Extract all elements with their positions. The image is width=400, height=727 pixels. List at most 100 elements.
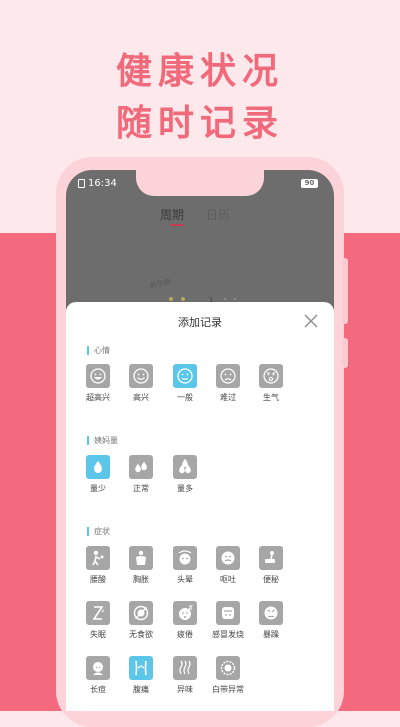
symptoms-option[interactable]: 疲倦 bbox=[163, 601, 207, 640]
symptoms-option[interactable]: 便秘 bbox=[249, 546, 293, 585]
two-drops-icon bbox=[135, 461, 147, 473]
fever-icon bbox=[222, 607, 234, 619]
section-mood-title: 心情 bbox=[87, 345, 110, 356]
mood-option[interactable]: 高兴 bbox=[119, 364, 163, 403]
mood-option[interactable]: 一般 bbox=[163, 364, 207, 403]
symptoms-option-label: 感冒发烧 bbox=[212, 630, 244, 639]
mood-option-label: 生气 bbox=[263, 393, 279, 402]
symptoms-option-label: 呕吐 bbox=[220, 575, 236, 584]
symptoms-option[interactable]: 长痘 bbox=[76, 656, 120, 695]
mood-option-tile[interactable] bbox=[216, 364, 240, 388]
flow-option-tile[interactable] bbox=[173, 455, 197, 479]
tab-cycle[interactable]: 周期 bbox=[160, 206, 184, 223]
insomnia-icon bbox=[92, 606, 105, 620]
symptoms-option-tile[interactable] bbox=[129, 546, 153, 570]
symptoms-option-tile[interactable] bbox=[129, 601, 153, 625]
symptoms-option-tile[interactable] bbox=[129, 656, 153, 680]
no-appetite-icon bbox=[133, 605, 149, 621]
symptoms-option-label: 白带异常 bbox=[212, 685, 244, 694]
symptoms-option-tile[interactable] bbox=[216, 601, 240, 625]
mood-option-tile[interactable] bbox=[259, 364, 283, 388]
symptoms-option-label: 疲倦 bbox=[177, 630, 193, 639]
tab-bar: 周期 日历 bbox=[160, 206, 230, 223]
acne-icon bbox=[93, 662, 103, 675]
flow-option-tile[interactable] bbox=[86, 455, 110, 479]
three-drops-icon bbox=[179, 458, 191, 474]
flow-option[interactable]: 量多 bbox=[163, 455, 207, 494]
one-drop-icon bbox=[94, 461, 102, 473]
section-marker bbox=[87, 346, 89, 355]
symptoms-option-tile[interactable] bbox=[259, 546, 283, 570]
symptoms-option-label: 胸胀 bbox=[133, 575, 149, 584]
symptoms-option[interactable]: 呕吐 bbox=[206, 546, 250, 585]
section-symptoms-label: 症状 bbox=[94, 527, 110, 536]
flow-option-label: 量多 bbox=[177, 484, 193, 493]
symptoms-option-tile[interactable] bbox=[216, 546, 240, 570]
vomit-icon bbox=[221, 551, 235, 565]
tired-icon bbox=[179, 605, 194, 620]
symptoms-option-tile[interactable] bbox=[173, 656, 197, 680]
symptoms-option-tile[interactable] bbox=[86, 546, 110, 570]
mood-option[interactable]: 生气 bbox=[249, 364, 293, 403]
symptoms-option[interactable]: 腰酸 bbox=[76, 546, 120, 585]
symptoms-option[interactable]: 白带异常 bbox=[206, 656, 250, 695]
symptoms-option[interactable]: 失眠 bbox=[76, 601, 120, 640]
irritable-icon bbox=[264, 606, 278, 620]
symptoms-option-tile[interactable] bbox=[86, 656, 110, 680]
headline-line-1: 健康状况 bbox=[115, 51, 284, 92]
symptoms-option-tile[interactable] bbox=[173, 601, 197, 625]
sad-face-icon bbox=[220, 368, 236, 384]
sim-card-icon bbox=[78, 179, 85, 188]
mood-option-tile[interactable] bbox=[86, 364, 110, 388]
mood-option-tile[interactable] bbox=[173, 364, 197, 388]
symptoms-option-tile[interactable] bbox=[216, 656, 240, 680]
flow-option[interactable]: 正常 bbox=[119, 455, 163, 494]
symptoms-option-label: 无食欲 bbox=[129, 630, 153, 639]
flow-option[interactable]: 量少 bbox=[76, 455, 120, 494]
flow-option-label: 量少 bbox=[90, 484, 106, 493]
mood-option-label: 高兴 bbox=[133, 393, 149, 402]
sheet-title: 添加记录 bbox=[178, 316, 222, 329]
very-happy-face-icon bbox=[90, 368, 106, 384]
constipation-icon bbox=[265, 551, 275, 563]
odor-icon bbox=[179, 660, 191, 675]
symptoms-option-label: 失眠 bbox=[90, 630, 106, 639]
status-time: 16:34 bbox=[88, 178, 117, 189]
phone-power-button bbox=[342, 338, 348, 368]
backache-icon bbox=[92, 550, 104, 566]
flow-option-label: 正常 bbox=[133, 484, 149, 493]
symptoms-option[interactable]: 暴躁 bbox=[249, 601, 293, 640]
symptoms-option-label: 便秘 bbox=[263, 575, 279, 584]
flow-option-tile[interactable] bbox=[129, 455, 153, 479]
symptoms-option[interactable]: 胸胀 bbox=[119, 546, 163, 585]
section-flow-title: 姨妈量 bbox=[87, 435, 118, 446]
symptoms-option-tile[interactable] bbox=[259, 601, 283, 625]
symptoms-option-label: 暴躁 bbox=[263, 630, 279, 639]
discharge-icon bbox=[220, 660, 236, 676]
symptoms-option-tile[interactable] bbox=[86, 601, 110, 625]
happy-face-icon bbox=[133, 368, 149, 384]
symptoms-option-tile[interactable] bbox=[173, 546, 197, 570]
close-icon[interactable] bbox=[303, 313, 319, 329]
status-bar-left: 16:34 bbox=[78, 178, 117, 189]
headline-line-2: 随时记录 bbox=[115, 103, 284, 144]
symptoms-option[interactable]: 腹痛 bbox=[119, 656, 163, 695]
battery-icon: 90 bbox=[301, 179, 318, 188]
symptoms-option[interactable]: 感冒发烧 bbox=[206, 601, 250, 640]
symptoms-option-label: 腹痛 bbox=[133, 685, 149, 694]
mood-option-tile[interactable] bbox=[129, 364, 153, 388]
phone-notch bbox=[136, 170, 264, 196]
symptoms-option-label: 头晕 bbox=[177, 575, 193, 584]
neutral-face-icon bbox=[177, 368, 193, 384]
symptoms-option[interactable]: 头晕 bbox=[163, 546, 207, 585]
mood-option[interactable]: 超高兴 bbox=[76, 364, 120, 403]
symptoms-option[interactable]: 异味 bbox=[163, 656, 207, 695]
symptoms-option[interactable]: 无食欲 bbox=[119, 601, 163, 640]
angry-face-icon bbox=[263, 368, 279, 384]
symptoms-option-label: 异味 bbox=[177, 685, 193, 694]
mood-option[interactable]: 难过 bbox=[206, 364, 250, 403]
tab-calendar[interactable]: 日历 bbox=[206, 206, 230, 223]
abdominal-pain-icon bbox=[135, 660, 147, 676]
dizzy-icon bbox=[178, 550, 192, 565]
symptoms-option-label: 长痘 bbox=[90, 685, 106, 694]
